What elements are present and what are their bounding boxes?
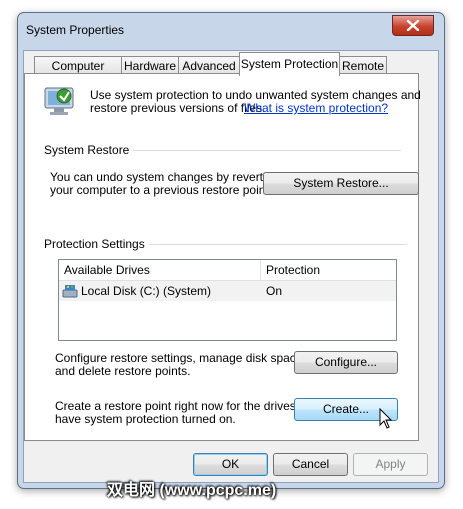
mouse-cursor-icon (379, 408, 393, 429)
drives-list[interactable]: Available Drives Protection Local Disk (… (58, 259, 397, 341)
table-row[interactable]: Local Disk (C:) (System) On (59, 281, 396, 301)
create-desc-line2: have system protection turned on. (55, 412, 236, 426)
drive-protection-status: On (266, 284, 283, 298)
drives-list-header: Available Drives Protection (59, 260, 396, 281)
system-restore-desc-line2: your computer to a previous restore poin… (50, 183, 273, 197)
configure-desc-line2: and delete restore points. (55, 364, 191, 378)
configure-desc-line1: Configure restore settings, manage disk … (55, 351, 306, 365)
what-is-system-protection-link[interactable]: What is system protection? (244, 101, 388, 115)
close-icon (406, 20, 420, 31)
close-button[interactable] (392, 15, 434, 36)
watermark-text: 双电网 (www.pcpc.me) (107, 482, 277, 499)
ok-button[interactable]: OK (193, 453, 268, 476)
system-restore-button[interactable]: System Restore... (263, 172, 419, 195)
drive-name: Local Disk (C:) (System) (81, 284, 212, 298)
column-available-drives[interactable]: Available Drives (59, 260, 259, 280)
cancel-button[interactable]: Cancel (273, 453, 348, 476)
apply-button[interactable]: Apply (353, 453, 428, 476)
system-restore-desc-line1: You can undo system changes by reverting (50, 170, 280, 184)
window-title: System Properties (26, 23, 125, 37)
tab-system-protection[interactable]: System Protection (239, 52, 340, 76)
intro-text-line2: restore previous versions of files. (90, 101, 266, 115)
system-protection-panel (24, 73, 419, 441)
protection-settings-heading: Protection Settings (44, 237, 149, 251)
create-desc-line1: Create a restore point right now for the… (55, 399, 320, 413)
column-protection[interactable]: Protection (261, 260, 386, 280)
system-restore-heading: System Restore (44, 143, 134, 157)
system-protection-icon (44, 87, 74, 115)
configure-button[interactable]: Configure... (294, 351, 398, 374)
intro-text-line1: Use system protection to undo unwanted s… (90, 88, 421, 102)
